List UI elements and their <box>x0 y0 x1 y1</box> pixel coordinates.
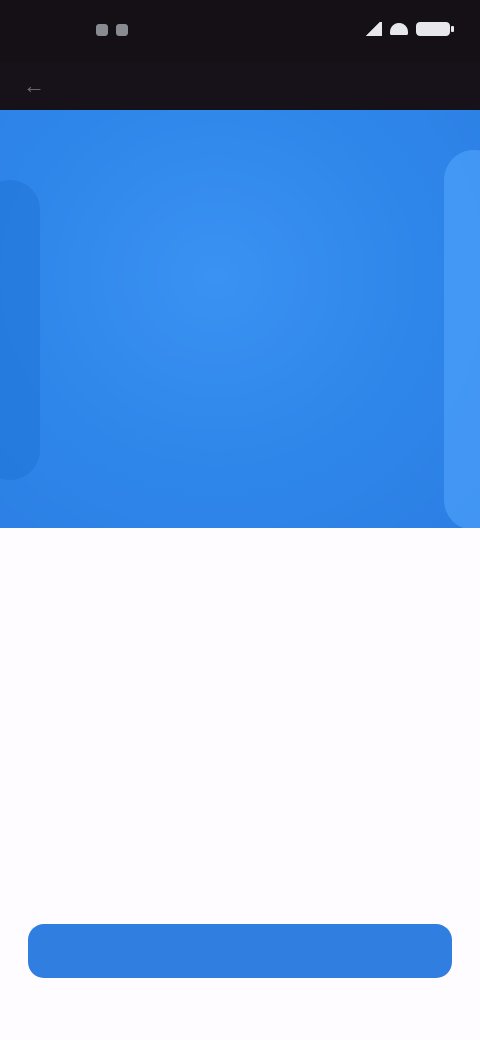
notification-icon <box>116 24 128 36</box>
content-card <box>0 528 480 1040</box>
back-button[interactable]: ← <box>18 70 50 102</box>
hero-left-accent <box>0 180 40 480</box>
battery-icon <box>416 22 454 36</box>
signal-icon <box>364 22 382 36</box>
app-bar: ← <box>0 62 480 110</box>
primary-button[interactable] <box>28 924 452 978</box>
hero-right-accent <box>444 150 480 528</box>
wifi-icon <box>390 23 408 35</box>
status-bar <box>0 0 480 62</box>
hero-banner <box>0 110 480 528</box>
status-right-icons <box>364 22 454 36</box>
arrow-left-icon: ← <box>23 73 45 98</box>
notification-icon <box>96 24 108 36</box>
status-left-icons <box>96 24 128 36</box>
